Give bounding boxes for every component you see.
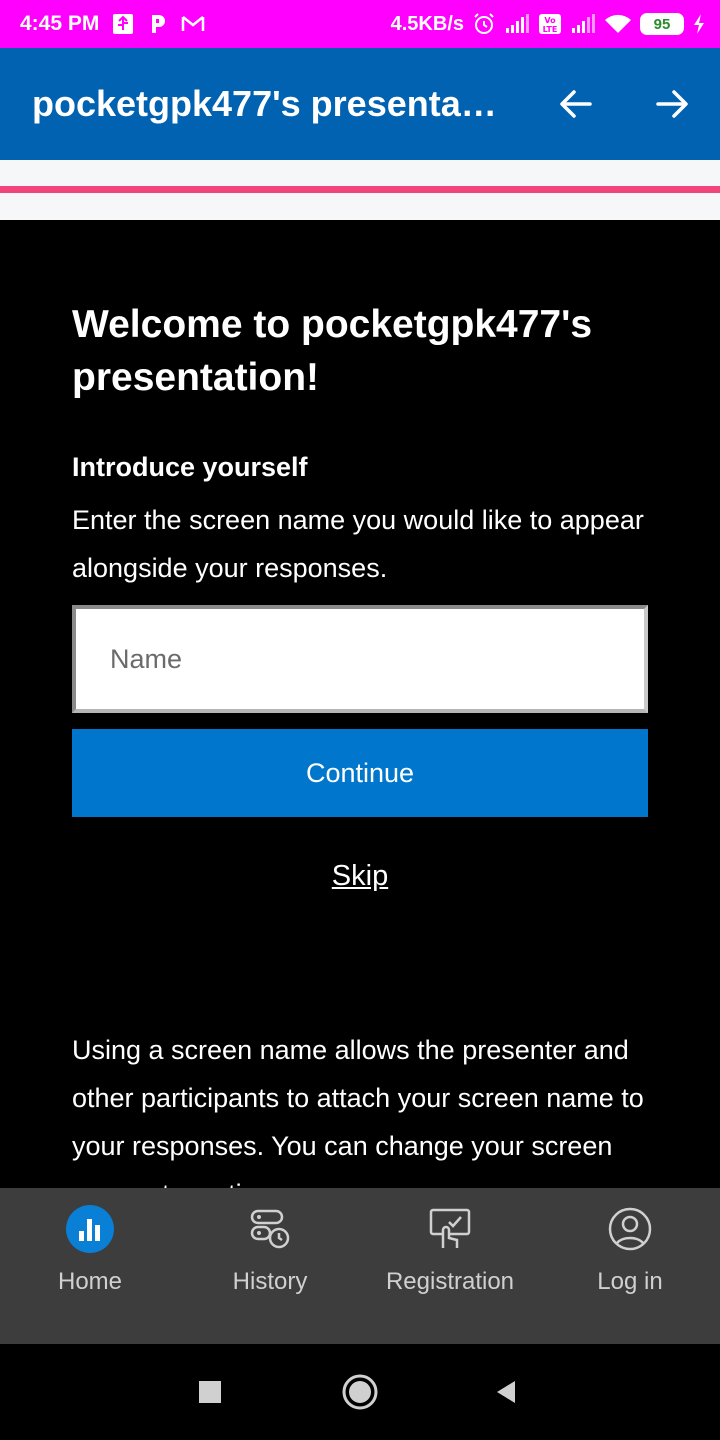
intro-description: Enter the screen name you would like to … — [72, 505, 644, 583]
wifi-icon — [604, 13, 632, 35]
signal-icon — [570, 13, 596, 35]
page-title: pocketgpk477's presenta… — [32, 83, 497, 124]
registration-icon — [425, 1204, 475, 1254]
svg-text:LTE: LTE — [543, 25, 558, 34]
skip-link[interactable]: Skip — [0, 860, 720, 893]
continue-button[interactable]: Continue — [72, 729, 648, 817]
forward-button[interactable] — [652, 84, 692, 124]
network-speed: 4.5KB/s — [390, 12, 464, 35]
welcome-heading: Welcome to pocketgpk477's presentation! — [72, 303, 593, 399]
bottom-nav: Home History Registration Log in — [0, 1188, 720, 1344]
bar-chart-icon — [65, 1204, 115, 1254]
charging-icon — [692, 13, 706, 35]
back-icon — [497, 1381, 515, 1403]
arrow-left-icon — [560, 90, 592, 118]
p-icon — [147, 12, 169, 36]
skip-label[interactable]: Skip — [332, 860, 388, 892]
system-nav — [0, 1344, 720, 1440]
recents-button[interactable] — [186, 1368, 234, 1416]
home-icon — [342, 1374, 378, 1410]
history-icon — [245, 1204, 295, 1254]
tab-login[interactable]: Log in — [540, 1188, 720, 1344]
info-text: Using a screen name allows the presenter… — [72, 1035, 644, 1188]
tab-label: Home — [57, 1268, 123, 1295]
arrow-right-icon — [656, 90, 688, 118]
tab-registration[interactable]: Registration — [360, 1188, 540, 1344]
intro-title: Introduce yourself — [72, 452, 308, 482]
gmail-icon — [181, 14, 205, 34]
alarm-icon — [472, 12, 496, 36]
main-content[interactable]: Welcome to pocketgpk477's presentation! … — [0, 220, 720, 1188]
tab-history[interactable]: History — [180, 1188, 360, 1344]
back-button[interactable] — [556, 84, 596, 124]
recents-icon — [199, 1381, 221, 1403]
volte-icon: Vo LTE — [538, 13, 562, 35]
progress-line — [0, 186, 720, 193]
home-button[interactable] — [336, 1368, 384, 1416]
progress-strip — [0, 160, 720, 220]
status-bar: 4:45 PM 4.5KB/s Vo LTE 95 — [0, 0, 720, 48]
battery-icon: 95 — [640, 13, 684, 35]
status-time: 4:45 PM — [20, 12, 100, 35]
tab-label: Registration — [385, 1268, 515, 1295]
tab-label: History — [232, 1268, 308, 1295]
usb-icon — [111, 12, 135, 36]
app-bar: pocketgpk477's presenta… — [0, 48, 720, 160]
tab-home[interactable]: Home — [0, 1188, 180, 1344]
battery-level: 95 — [653, 15, 671, 33]
tab-label: Log in — [597, 1268, 663, 1295]
name-input[interactable] — [72, 605, 648, 713]
user-icon — [605, 1204, 655, 1254]
signal-icon — [504, 13, 530, 35]
svg-text:Vo: Vo — [544, 16, 556, 25]
back-nav-button[interactable] — [482, 1368, 530, 1416]
